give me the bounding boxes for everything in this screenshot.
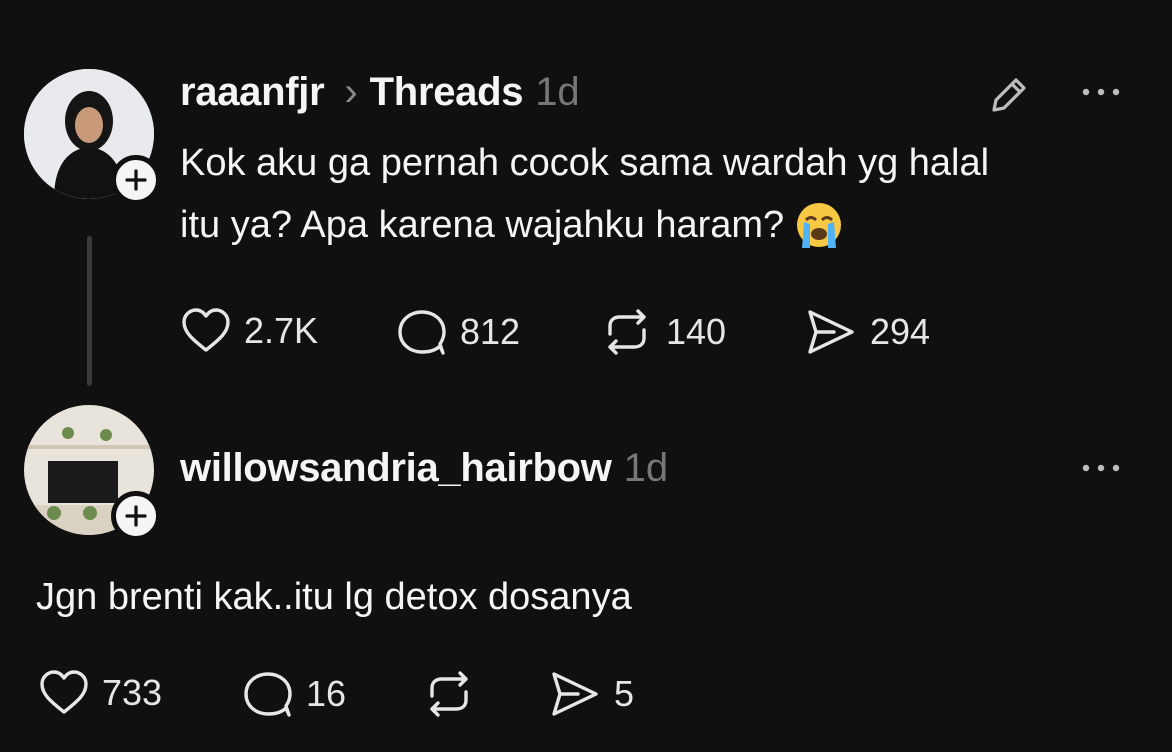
reply-like-count: 733 [102, 672, 163, 713]
comment-icon [398, 310, 446, 355]
post-text-line-2-row: itu ya? Apa karena wajahku haram? [180, 194, 1140, 256]
reply-reply-count: 16 [306, 673, 347, 714]
breadcrumb-chevron-icon: › [344, 70, 358, 114]
thread-connector-line [87, 236, 92, 386]
follow-plus-button[interactable] [111, 155, 161, 205]
reply-share-action[interactable]: 5 [548, 668, 634, 720]
like-count: 2.7K [244, 310, 319, 351]
reply-reply-action[interactable]: 16 [242, 668, 346, 720]
post-text-line-1: Kok aku ga pernah cocok sama wardah yg h… [180, 142, 990, 184]
like-action[interactable]: 2.7K [180, 306, 318, 356]
follow-plus-button[interactable] [111, 491, 161, 541]
share-icon [552, 672, 598, 716]
post-username[interactable]: raaanfjr [180, 70, 325, 115]
reply-more-options-icon[interactable] [1080, 458, 1122, 478]
heart-icon [40, 670, 88, 714]
post-text: Kok aku ga pernah cocok sama wardah yg h… [180, 132, 1140, 256]
reply-username[interactable]: willowsandria_hairbow [180, 446, 612, 491]
plus-icon [125, 169, 147, 191]
repost-icon [608, 309, 646, 355]
heart-icon [182, 308, 230, 352]
edit-icon[interactable] [986, 72, 1032, 118]
comment-icon [244, 672, 292, 717]
reply-share-count: 5 [614, 673, 635, 714]
post-topic-link[interactable]: Threads [370, 70, 524, 115]
reply-like-action[interactable]: 733 [38, 668, 162, 718]
reply-text: Jgn brenti kak..itu lg detox dosanya [36, 576, 632, 618]
repost-icon [430, 671, 468, 717]
share-icon [808, 310, 854, 354]
reply-repost-action[interactable] [422, 668, 476, 720]
plus-icon [125, 505, 147, 527]
loudly-crying-face-icon [794, 200, 844, 250]
share-count: 294 [870, 311, 931, 352]
reply-header: willowsandria_hairbow 1d [180, 446, 668, 491]
share-action[interactable]: 294 [804, 306, 930, 358]
repost-count: 140 [666, 311, 727, 352]
repost-action[interactable]: 140 [600, 306, 726, 358]
post-header: raaanfjr › Threads 1d [180, 70, 580, 115]
post-time: 1d [535, 70, 580, 114]
reply-action[interactable]: 812 [396, 306, 520, 358]
post-more-options-icon[interactable] [1080, 82, 1122, 102]
reply-time: 1d [623, 446, 669, 490]
reply-count: 812 [460, 311, 521, 352]
post-text-line-2: itu ya? Apa karena wajahku haram? [180, 204, 785, 246]
